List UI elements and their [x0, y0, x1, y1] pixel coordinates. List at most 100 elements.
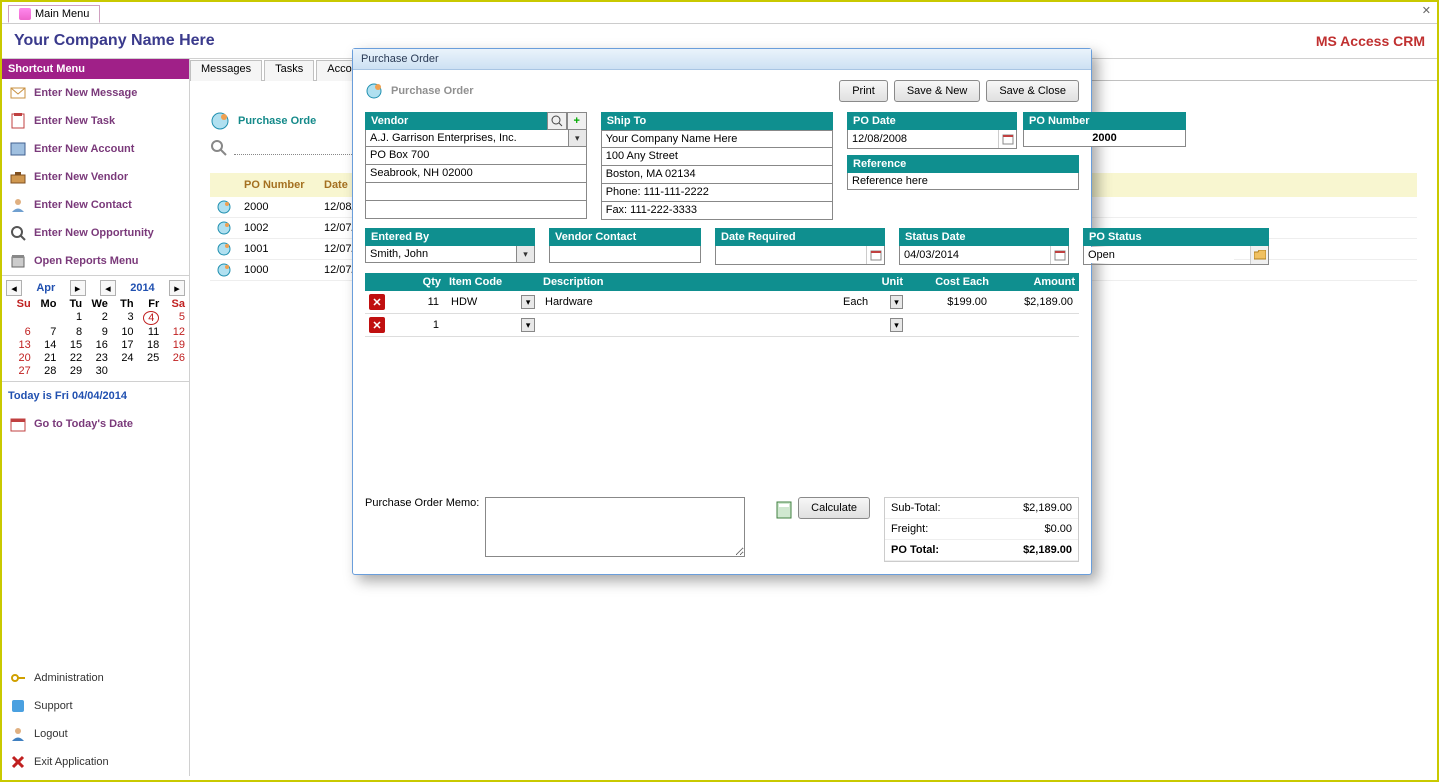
cost-input[interactable]	[911, 318, 989, 332]
enter-new-contact[interactable]: Enter New Contact	[2, 191, 189, 219]
cal-day[interactable]: 29	[57, 365, 82, 377]
po-number-input[interactable]	[1024, 130, 1185, 146]
description-input[interactable]	[543, 318, 833, 332]
cal-day[interactable]: 1	[57, 311, 82, 325]
cal-day[interactable]: 28	[32, 365, 57, 377]
cal-day[interactable]: 3	[109, 311, 134, 325]
item-code-input[interactable]	[449, 295, 521, 309]
vendor-add-button[interactable]: +	[567, 112, 587, 130]
date-picker-icon[interactable]	[998, 130, 1016, 148]
item-code-dropdown[interactable]	[521, 295, 535, 309]
support[interactable]: Support	[2, 692, 189, 720]
cal-day[interactable]: 11	[135, 326, 160, 338]
cal-day[interactable]: 9	[83, 326, 108, 338]
unit-dropdown[interactable]	[890, 295, 903, 309]
qty-input[interactable]	[391, 295, 441, 309]
administration[interactable]: Administration	[2, 664, 189, 692]
cal-day[interactable]: 18	[135, 339, 160, 351]
cal-prev-year[interactable]: ◂	[100, 280, 116, 296]
enter-new-account[interactable]: Enter New Account	[2, 135, 189, 163]
memo-textarea[interactable]	[485, 497, 745, 557]
cal-day[interactable]: 20	[6, 352, 31, 364]
cal-day[interactable]: 5	[160, 311, 185, 325]
vendor-search-button[interactable]	[547, 112, 567, 130]
entered-by-dropdown[interactable]	[517, 246, 535, 263]
vendor-addr2: Seabrook, NH 02000	[365, 165, 587, 183]
goto-today[interactable]: Go to Today's Date	[2, 410, 189, 438]
main-menu-tab[interactable]: Main Menu	[8, 5, 100, 23]
cal-prev-month[interactable]: ◂	[6, 280, 22, 296]
description-input[interactable]	[543, 295, 833, 309]
cal-day[interactable]: 25	[135, 352, 160, 364]
cost-input[interactable]	[911, 295, 989, 309]
cal-day[interactable]: 6	[6, 326, 31, 338]
cal-day[interactable]: 8	[57, 326, 82, 338]
status-date-input[interactable]	[900, 247, 1050, 263]
cal-day[interactable]: 26	[160, 352, 185, 364]
date-required-input[interactable]	[716, 247, 866, 263]
save-new-button[interactable]: Save & New	[894, 80, 981, 102]
vendor-label: Vendor	[365, 112, 547, 130]
unit-dropdown[interactable]	[890, 318, 903, 332]
cal-next-month[interactable]: ▸	[70, 280, 86, 296]
vendor-dropdown[interactable]	[569, 130, 587, 147]
po-status-input[interactable]	[1084, 247, 1234, 263]
totals-box: Sub-Total:$2,189.00 Freight:$0.00 PO Tot…	[884, 497, 1079, 562]
po-row-icon	[216, 241, 232, 257]
amount-input[interactable]	[997, 295, 1075, 309]
calendar-grid: SuMoTuWeThFrSa12345678910111213141516171…	[6, 298, 185, 377]
tab-tasks[interactable]: Tasks	[264, 60, 314, 81]
entered-by-input[interactable]	[365, 246, 517, 263]
print-button[interactable]: Print	[839, 80, 888, 102]
item-code-input[interactable]	[449, 318, 521, 332]
po-date-input[interactable]	[848, 131, 998, 147]
delete-row-button[interactable]: ✕	[369, 294, 385, 310]
cal-day[interactable]: 19	[160, 339, 185, 351]
open-reports-menu[interactable]: Open Reports Menu	[2, 247, 189, 275]
unit-input[interactable]	[841, 295, 890, 309]
cal-day[interactable]: 17	[109, 339, 134, 351]
cal-day[interactable]: 30	[83, 365, 108, 377]
save-close-button[interactable]: Save & Close	[986, 80, 1079, 102]
cal-day[interactable]: 27	[6, 365, 31, 377]
reference-input[interactable]	[848, 173, 1078, 189]
entered-by-label: Entered By	[365, 228, 535, 246]
cal-day[interactable]: 15	[57, 339, 82, 351]
amount-input[interactable]	[997, 318, 1075, 332]
calculator-icon[interactable]	[776, 501, 792, 519]
logout[interactable]: Logout	[2, 720, 189, 748]
cal-day[interactable]: 16	[83, 339, 108, 351]
cal-next-year[interactable]: ▸	[169, 280, 185, 296]
calculate-button[interactable]: Calculate	[798, 497, 870, 519]
cal-day[interactable]: 14	[32, 339, 57, 351]
exit-application[interactable]: Exit Application	[2, 748, 189, 776]
cal-day[interactable]: 23	[83, 352, 108, 364]
cal-day[interactable]: 21	[32, 352, 57, 364]
cal-day[interactable]: 4	[135, 311, 160, 325]
cal-day[interactable]: 24	[109, 352, 134, 364]
cal-day[interactable]: 7	[32, 326, 57, 338]
enter-new-task[interactable]: Enter New Task	[2, 107, 189, 135]
date-required-picker-icon[interactable]	[866, 246, 884, 264]
cal-day[interactable]: 2	[83, 311, 108, 325]
enter-new-opportunity[interactable]: Enter New Opportunity	[2, 219, 189, 247]
qty-input[interactable]	[391, 318, 441, 332]
enter-new-message[interactable]: Enter New Message	[2, 79, 189, 107]
status-date-label: Status Date	[899, 228, 1069, 246]
cal-day[interactable]: 22	[57, 352, 82, 364]
vendor-icon	[10, 169, 26, 185]
delete-row-button[interactable]: ✕	[369, 317, 385, 333]
shipto-addr1: 100 Any Street	[601, 148, 833, 166]
vendor-contact-input[interactable]	[550, 246, 700, 262]
item-code-dropdown[interactable]	[521, 318, 535, 332]
tab-messages[interactable]: Messages	[190, 60, 262, 81]
enter-new-vendor[interactable]: Enter New Vendor	[2, 163, 189, 191]
unit-input[interactable]	[841, 318, 890, 332]
vendor-name[interactable]	[365, 130, 569, 147]
close-icon[interactable]: ✕	[1422, 4, 1431, 17]
po-status-folder-icon[interactable]	[1250, 246, 1268, 264]
status-date-picker-icon[interactable]	[1050, 246, 1068, 264]
cal-day[interactable]: 12	[160, 326, 185, 338]
cal-day[interactable]: 13	[6, 339, 31, 351]
cal-day[interactable]: 10	[109, 326, 134, 338]
